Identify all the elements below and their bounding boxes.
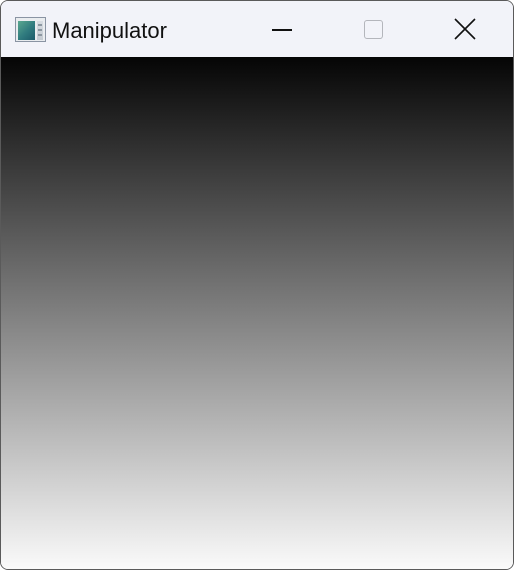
gradient-canvas[interactable] bbox=[1, 57, 513, 569]
minimize-icon bbox=[272, 29, 292, 31]
minimize-button[interactable] bbox=[236, 1, 328, 57]
app-icon-image-pane bbox=[18, 21, 35, 40]
app-icon-side-panel bbox=[37, 21, 43, 40]
title-bar[interactable]: Manipulator bbox=[1, 1, 513, 57]
app-window: Manipulator bbox=[0, 0, 514, 570]
app-window-icon[interactable] bbox=[15, 17, 46, 42]
maximize-icon bbox=[364, 20, 383, 39]
maximize-button[interactable] bbox=[328, 1, 420, 57]
close-button[interactable] bbox=[420, 1, 512, 57]
close-icon bbox=[454, 18, 476, 40]
window-title: Manipulator bbox=[52, 18, 167, 43]
